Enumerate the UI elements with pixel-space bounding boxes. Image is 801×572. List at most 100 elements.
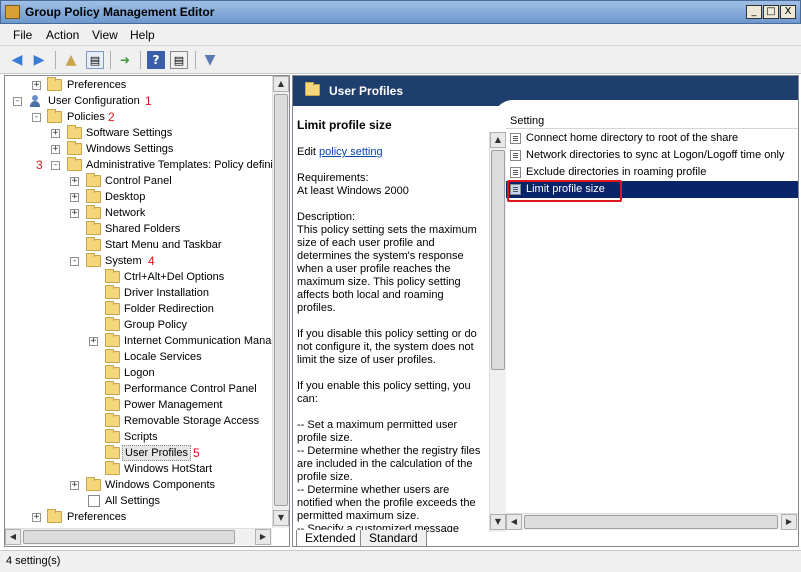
requirements-label: Requirements: — [297, 172, 369, 184]
expand-icon[interactable]: + — [32, 513, 41, 522]
scroll-right-icon[interactable]: ▶ — [255, 529, 271, 545]
tree-item-label: User Configuration — [48, 95, 140, 107]
tree-item-label: Driver Installation — [124, 287, 209, 299]
folder-icon — [86, 189, 101, 203]
scroll-down-icon[interactable]: ▼ — [273, 510, 289, 526]
tree-item-label: System — [105, 255, 142, 267]
tree-item-label: Group Policy — [124, 319, 187, 331]
collapse-icon[interactable]: - — [13, 97, 22, 106]
tree-item-label: Software Settings — [86, 127, 173, 139]
tab-extended[interactable]: Extended — [296, 530, 365, 547]
tree-item-label: Preferences — [67, 79, 127, 91]
expand-icon[interactable]: + — [70, 193, 79, 202]
scroll-left-icon[interactable]: ◀ — [5, 529, 21, 545]
expand-icon[interactable]: + — [89, 337, 98, 346]
maximize-button[interactable]: □ — [763, 5, 779, 19]
highlight-box — [507, 180, 622, 202]
edit-prefix: Edit — [297, 146, 320, 158]
scroll-up-icon[interactable]: ▲ — [490, 132, 506, 148]
tab-standard[interactable]: Standard — [360, 530, 427, 547]
tree-item-label: Power Management — [124, 399, 223, 411]
toolbar-separator — [140, 51, 141, 69]
list-item[interactable]: Connect home directory to root of the sh… — [506, 130, 798, 147]
tree-horizontal-scrollbar[interactable]: ◀ ▶ — [5, 528, 272, 545]
folder-icon — [47, 77, 62, 91]
menu-help[interactable]: Help — [130, 28, 155, 42]
folder-icon — [105, 333, 120, 347]
annotation-number: 4 — [148, 254, 155, 268]
list-horizontal-scrollbar[interactable]: ◀ ▶ — [506, 513, 798, 530]
menu-file[interactable]: File — [13, 28, 32, 42]
folder-icon — [86, 477, 101, 491]
policy-description: Limit profile size Edit policy setting R… — [293, 106, 491, 532]
tree-item-label: Windows HotStart — [124, 463, 213, 475]
annotation-number: 2 — [108, 110, 115, 124]
scroll-up-icon[interactable]: ▲ — [273, 76, 289, 92]
description-scrollbar[interactable]: ▲ ▼ — [489, 132, 506, 532]
list-item[interactable]: Network directories to sync at Logon/Log… — [506, 147, 798, 164]
app-icon — [5, 5, 20, 19]
toolbar-separator — [110, 51, 111, 69]
tree-item-label: Folder Redirection — [124, 303, 214, 315]
tree-item-label: Performance Control Panel — [124, 383, 257, 395]
minimize-button[interactable]: _ — [746, 5, 762, 19]
collapse-icon[interactable]: - — [51, 161, 60, 170]
expand-icon[interactable]: + — [70, 177, 79, 186]
folder-icon — [86, 253, 101, 267]
folder-icon — [105, 381, 120, 395]
settings-page-icon — [88, 495, 100, 507]
properties-icon[interactable]: ▤ — [170, 51, 188, 69]
setting-icon — [510, 150, 521, 161]
expand-icon[interactable]: + — [51, 145, 60, 154]
pane-header-title: User Profiles — [329, 84, 404, 98]
setting-label: Connect home directory to root of the sh… — [526, 132, 739, 144]
up-folder-icon[interactable]: ▲ — [62, 51, 80, 69]
expand-icon[interactable]: + — [70, 481, 79, 490]
filter-icon[interactable]: ▼ — [201, 51, 219, 69]
collapse-icon[interactable]: - — [32, 113, 41, 122]
tree-item-label: Logon — [124, 367, 155, 379]
export-list-icon[interactable]: ➜ — [116, 51, 134, 69]
tree-vertical-scrollbar[interactable]: ▲ ▼ — [272, 76, 289, 528]
policy-title: Limit profile size — [297, 118, 392, 132]
scroll-right-icon[interactable]: ▶ — [781, 514, 797, 530]
scroll-thumb[interactable] — [524, 515, 778, 529]
expand-icon[interactable]: + — [70, 209, 79, 218]
folder-icon — [86, 237, 101, 251]
scroll-down-icon[interactable]: ▼ — [490, 514, 506, 530]
tree-item-label: Preferences — [67, 511, 127, 523]
user-icon — [29, 95, 43, 107]
description-text: This policy setting sets the maximum siz… — [297, 224, 477, 314]
back-arrow-icon[interactable]: ◀ — [8, 51, 26, 69]
window-title: Group Policy Management Editor — [25, 5, 215, 19]
menu-view[interactable]: View — [92, 28, 118, 42]
folder-icon — [86, 221, 101, 235]
scroll-left-icon[interactable]: ◀ — [506, 514, 522, 530]
expand-icon[interactable]: + — [51, 129, 60, 138]
scroll-thumb[interactable] — [274, 94, 288, 506]
show-hide-tree-icon[interactable]: ▤ — [86, 51, 104, 69]
tree-item-label: Windows Components — [105, 479, 216, 491]
column-header-setting[interactable]: Setting — [506, 114, 798, 129]
status-bar: 4 setting(s) — [0, 550, 801, 572]
tree-item-label: User Profiles — [122, 445, 191, 461]
scroll-thumb[interactable] — [23, 530, 235, 544]
folder-icon — [86, 205, 101, 219]
folder-icon — [105, 413, 120, 427]
edit-policy-link[interactable]: policy setting — [319, 146, 383, 158]
help-icon[interactable]: ? — [147, 51, 165, 69]
toolbar-separator — [55, 51, 56, 69]
menu-action[interactable]: Action — [46, 28, 79, 42]
collapse-icon[interactable]: - — [70, 257, 79, 266]
folder-icon — [67, 141, 82, 155]
forward-arrow-icon[interactable]: ▶ — [30, 51, 48, 69]
close-button[interactable]: X — [780, 5, 796, 19]
folder-icon — [47, 509, 62, 523]
tree-item-label: Locale Services — [124, 351, 202, 363]
list-item[interactable]: Exclude directories in roaming profile — [506, 164, 798, 181]
expand-icon[interactable]: + — [32, 81, 41, 90]
scroll-thumb[interactable] — [491, 150, 505, 370]
status-text: 4 setting(s) — [6, 555, 61, 567]
folder-icon — [47, 109, 62, 123]
folder-icon — [105, 461, 120, 475]
